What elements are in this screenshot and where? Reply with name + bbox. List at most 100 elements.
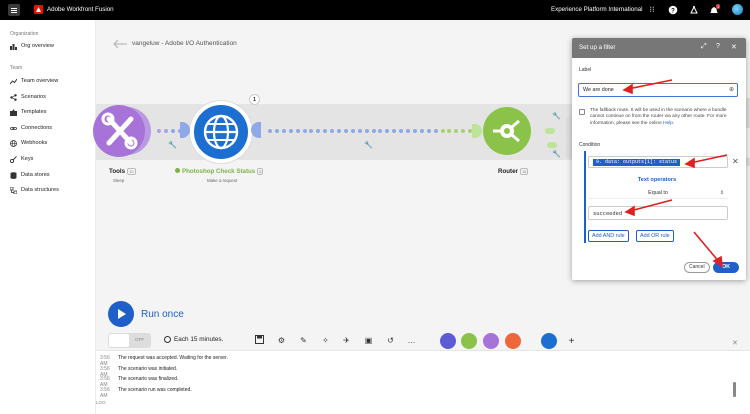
help-icon[interactable]: ? bbox=[668, 5, 678, 15]
help-link[interactable]: Help bbox=[663, 121, 673, 126]
sidebar-item-data-structures[interactable]: Data structures bbox=[9, 185, 59, 195]
condition-operand-field[interactable]: 9. data: outputs[1]: status bbox=[588, 156, 728, 168]
briefcase-icon[interactable]: ▣ bbox=[363, 335, 374, 346]
globe-icon bbox=[203, 114, 239, 150]
avatar[interactable] bbox=[732, 4, 743, 15]
log-footer-label: LOG bbox=[96, 400, 106, 405]
schedule-setting[interactable]: Each 15 minutes. bbox=[164, 336, 223, 343]
back-arrow-icon[interactable] bbox=[112, 36, 128, 52]
wrench-icon[interactable]: 🔧 bbox=[364, 141, 373, 149]
notes-icon[interactable]: ✎ bbox=[298, 335, 309, 346]
globe-icon bbox=[10, 139, 17, 147]
node-sub-tools: Sleep bbox=[113, 178, 125, 183]
text-parser-favorite-icon[interactable] bbox=[505, 333, 521, 349]
cancel-button[interactable]: Cancel bbox=[684, 262, 710, 273]
operations-badge[interactable]: 1 bbox=[249, 94, 260, 105]
broadcast-icon[interactable] bbox=[689, 5, 699, 15]
sidebar-item-templates[interactable]: Templates bbox=[10, 107, 47, 117]
connector-dot bbox=[371, 129, 376, 133]
share-icon bbox=[10, 93, 17, 101]
save-icon[interactable] bbox=[254, 335, 265, 346]
sidebar-item-scenarios[interactable]: Scenarios bbox=[10, 92, 46, 102]
wrench-icon[interactable]: 🔧 bbox=[552, 112, 561, 120]
sidebar-section-team: Team bbox=[10, 65, 23, 71]
wrench-icon[interactable]: 🔧 bbox=[552, 150, 561, 158]
condition-caption: Condition bbox=[579, 142, 601, 148]
node-label-router: Router 16 bbox=[498, 168, 529, 176]
airplane-icon[interactable]: ✈ bbox=[341, 335, 352, 346]
add-and-rule-button[interactable]: Add AND rule bbox=[588, 230, 629, 242]
connector-dot bbox=[433, 129, 438, 133]
sidebar-item-label: Templates bbox=[21, 109, 47, 115]
dialog-title: Set up a filter bbox=[579, 44, 616, 51]
http-favorite-icon[interactable] bbox=[541, 333, 557, 349]
tools-favorite-icon[interactable] bbox=[440, 333, 456, 349]
tools-node[interactable] bbox=[93, 105, 145, 157]
connector-dot bbox=[337, 129, 341, 133]
route-dot bbox=[547, 142, 557, 148]
scheduling-toggle[interactable]: OFF bbox=[108, 333, 151, 348]
label-caption: Label bbox=[579, 67, 592, 73]
more-icon[interactable]: … bbox=[406, 335, 417, 346]
connector-dot bbox=[302, 129, 307, 133]
link-icon bbox=[10, 125, 17, 132]
sidebar: Organization Org overview Team Team over… bbox=[0, 20, 96, 414]
remove-condition-icon[interactable]: ✕ bbox=[732, 157, 739, 166]
connector-dot bbox=[295, 129, 300, 133]
route-dot bbox=[545, 128, 555, 134]
magic-wand-icon[interactable]: ✧ bbox=[320, 335, 331, 346]
connector-dot bbox=[343, 129, 348, 133]
log-panel: ✕ 3:56 AM The request was accepted. Waiti… bbox=[96, 340, 750, 414]
flow-control-icon[interactable]: ↺ bbox=[385, 335, 396, 346]
ok-button[interactable]: OK bbox=[713, 262, 739, 273]
sidebar-section-organization: Organization bbox=[10, 31, 39, 37]
help-icon[interactable]: ? bbox=[716, 43, 720, 50]
run-once-button[interactable] bbox=[108, 301, 134, 327]
connector-dot bbox=[350, 129, 355, 133]
fallback-checkbox[interactable] bbox=[579, 109, 585, 115]
sidebar-item-org-overview[interactable]: Org overview bbox=[10, 41, 54, 51]
label-input[interactable]: We are done ⊕ bbox=[578, 83, 738, 97]
sidebar-item-label: Connections bbox=[21, 125, 53, 131]
key-icon bbox=[9, 155, 17, 163]
menu-icon[interactable] bbox=[8, 4, 20, 16]
expand-icon[interactable]: ⤢ bbox=[701, 43, 707, 51]
org-switcher[interactable]: Experience Platform International bbox=[551, 6, 643, 13]
connector-dot bbox=[426, 129, 431, 133]
clock-icon bbox=[164, 336, 171, 343]
connector-dot bbox=[412, 129, 417, 133]
connector-dot bbox=[288, 129, 293, 133]
node-sub-http: Make a request bbox=[207, 178, 238, 183]
log-scrollbar[interactable] bbox=[733, 382, 736, 397]
check-icon bbox=[175, 168, 180, 174]
http-node[interactable] bbox=[194, 105, 248, 159]
router-node[interactable] bbox=[483, 107, 531, 155]
sidebar-item-webhooks[interactable]: Webhooks bbox=[10, 138, 47, 148]
wrench-icon[interactable]: 🔧 bbox=[168, 141, 177, 149]
close-icon[interactable]: ✕ bbox=[731, 43, 737, 51]
connector-dot bbox=[364, 129, 369, 133]
compare-value-input[interactable]: succeeded bbox=[588, 206, 728, 220]
run-once-label[interactable]: Run once bbox=[141, 309, 184, 320]
sidebar-item-label: Webhooks bbox=[21, 140, 48, 146]
add-favorite-icon[interactable]: + bbox=[566, 336, 577, 347]
apps-grid-icon[interactable]: ⁝⁝ bbox=[647, 5, 657, 15]
sidebar-item-team-overview[interactable]: Team overview bbox=[9, 76, 58, 86]
chevron-updown-icon: ⇕ bbox=[719, 190, 724, 196]
node-count: 16 bbox=[519, 168, 529, 175]
sidebar-item-keys[interactable]: Keys bbox=[9, 154, 33, 164]
close-log-icon[interactable]: ✕ bbox=[732, 339, 738, 347]
sidebar-item-connections[interactable]: Connections bbox=[10, 123, 52, 133]
tools-module-favorite-icon[interactable] bbox=[483, 333, 499, 349]
settings-gear-icon[interactable]: ⚙ bbox=[276, 335, 287, 346]
operator-select[interactable]: Equal to ⇕ bbox=[588, 188, 728, 199]
filter-dialog: Set up a filter ⤢ ? ✕ Label We are done … bbox=[572, 38, 746, 280]
add-or-rule-button[interactable]: Add OR rule bbox=[636, 230, 674, 242]
sidebar-item-label: Scenarios bbox=[21, 94, 46, 100]
flow-control-favorite-icon[interactable] bbox=[461, 333, 477, 349]
sidebar-item-data-stores[interactable]: Data stores bbox=[10, 170, 50, 180]
connector-dot bbox=[406, 129, 410, 133]
condition-pill[interactable]: 9. data: outputs[1]: status bbox=[593, 159, 681, 166]
lock-icon[interactable]: ⊕ bbox=[729, 86, 734, 93]
bar-chart-icon bbox=[10, 43, 17, 50]
